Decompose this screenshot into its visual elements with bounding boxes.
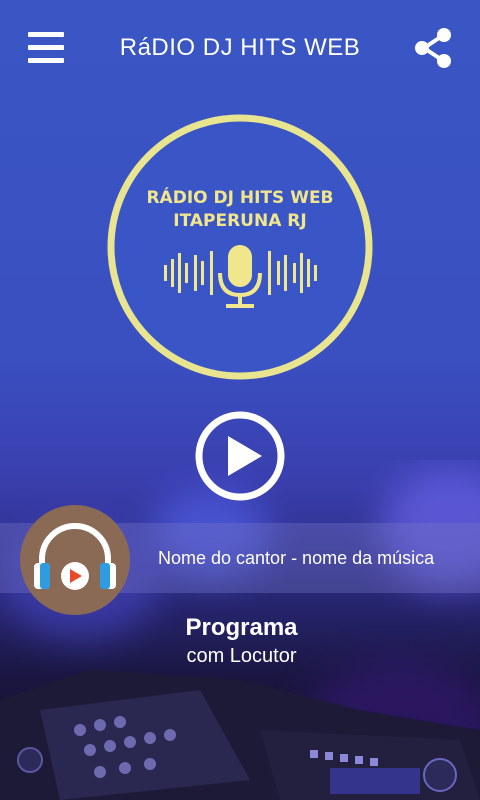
program-title: Programa: [185, 614, 298, 641]
now-playing-text: Nome do cantor - nome da música: [158, 548, 435, 568]
headphones-icon: [18, 503, 132, 617]
play-icon: [195, 411, 285, 501]
logo-line-2: ITAPERUNA RJ: [173, 211, 306, 231]
play-button[interactable]: [194, 410, 286, 502]
station-logo: RÁDIO DJ HITS WEB ITAPERUNA RJ: [106, 113, 374, 381]
logo-line-1: RÁDIO DJ HITS WEB: [146, 186, 333, 208]
share-icon[interactable]: [414, 28, 454, 68]
app-title: RáDIO DJ HITS WEB: [119, 34, 361, 61]
program-host: com Locutor: [186, 645, 297, 667]
app-header: RáDIO DJ HITS WEB: [0, 0, 480, 100]
